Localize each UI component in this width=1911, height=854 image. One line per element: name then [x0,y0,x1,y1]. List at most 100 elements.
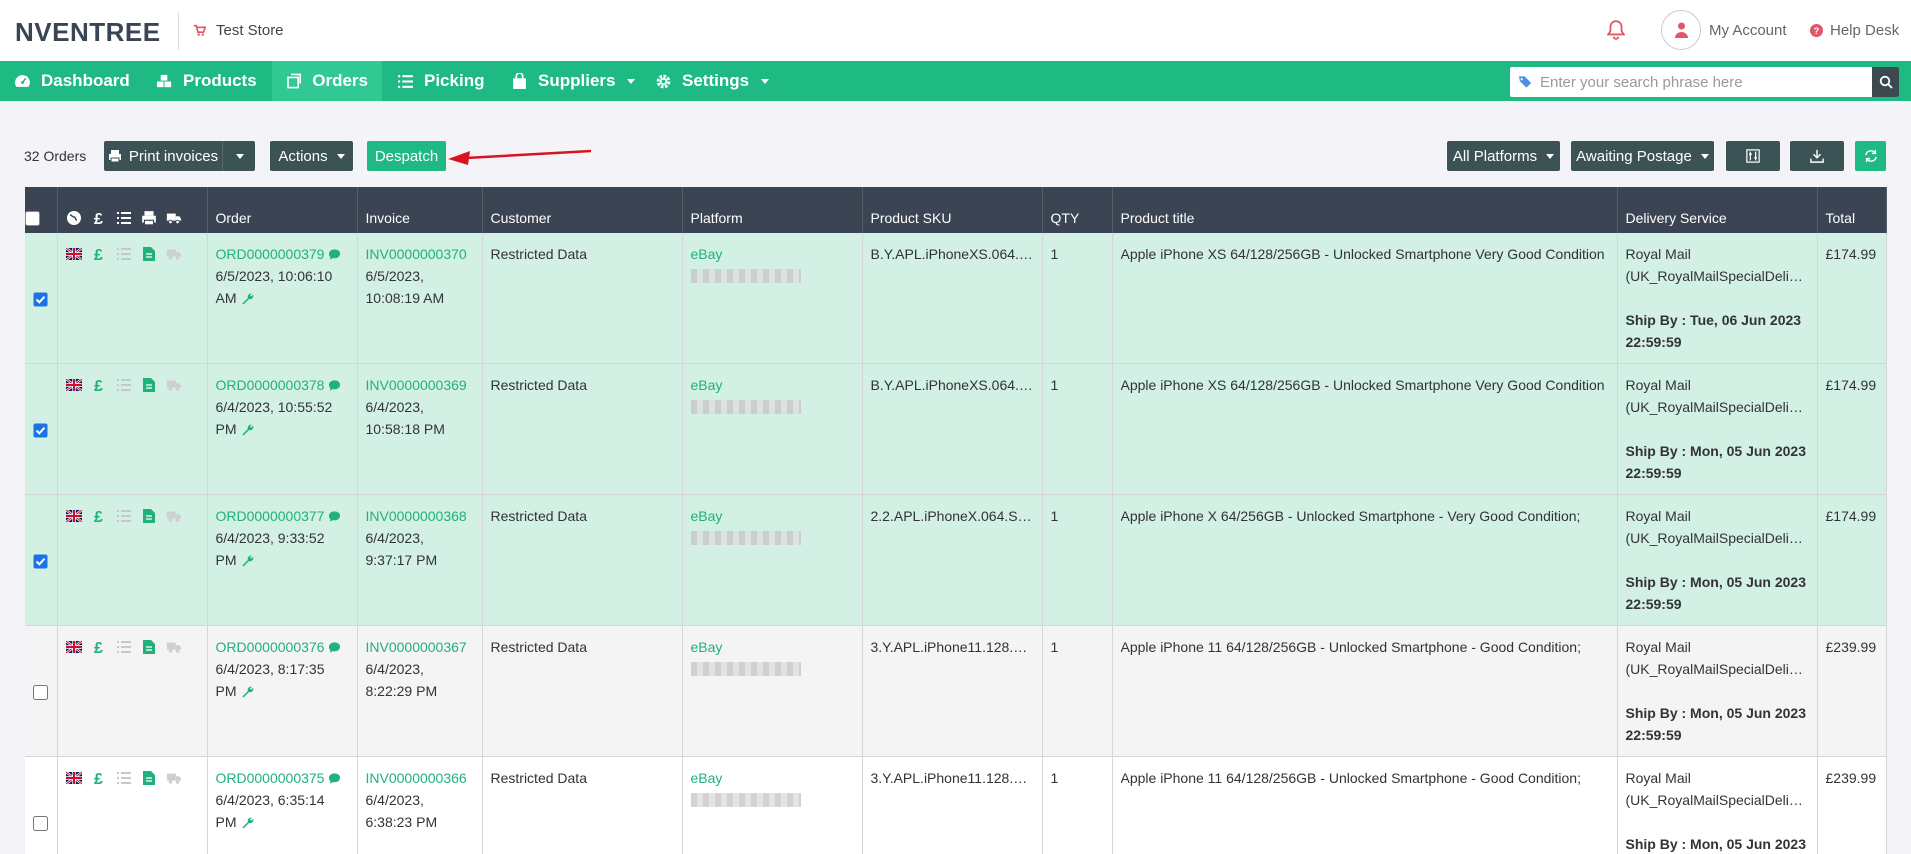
row-icons-cell: £ [57,625,208,757]
search-button[interactable] [1872,67,1899,97]
print-icon [108,150,121,163]
header-order[interactable]: Order [207,187,358,233]
order-date: 6/4/2023, 10:55:52 PM [215,399,333,437]
title-cell: Apple iPhone X 64/256GB - Unlocked Smart… [1112,494,1618,626]
sku-cell: 2.2.APL.iPhoneX.064.SGR [862,494,1043,626]
comment-icon[interactable] [328,248,341,261]
my-account-link[interactable]: My Account [1709,22,1787,39]
platform-link[interactable]: eBay [691,770,723,786]
nav-dashboard[interactable]: Dashboard [0,61,144,101]
platform-link[interactable]: eBay [691,508,723,524]
header-product-sku[interactable]: Product SKU [862,187,1043,233]
header-qty[interactable]: QTY [1042,187,1113,233]
help-desk-link[interactable]: ? Help Desk [1810,22,1899,39]
search-input[interactable] [1540,67,1860,97]
pound-icon[interactable]: £ [91,377,107,393]
order-number-link[interactable]: ORD0000000378 [216,377,325,393]
wrench-icon[interactable] [241,685,254,698]
table-row[interactable]: £ ORD0000000378 6/4/2023, 10:55:52 PM INV00… [25,363,1887,495]
actions-dropdown[interactable]: Actions [270,141,353,171]
print-options-dropdown[interactable] [222,141,255,171]
order-number-link[interactable]: ORD0000000375 [216,770,325,786]
row-checkbox[interactable] [33,554,48,569]
title-cell: Apple iPhone XS 64/128/256GB - Unlocked … [1112,233,1618,364]
product-sku: 2.2.APL.iPhoneX.064.SGR [870,508,1034,524]
invoice-document-icon[interactable] [141,770,157,786]
table-row[interactable]: £ ORD0000000376 6/4/2023, 8:17:35 PM INV000… [25,625,1887,757]
header-delivery-service[interactable]: Delivery Service [1617,187,1818,233]
print-invoices-button[interactable]: Print invoices [104,141,222,171]
invoice-document-icon[interactable] [141,246,157,262]
row-checkbox[interactable] [33,292,48,307]
header-invoice[interactable]: Invoice [357,187,483,233]
row-checkbox[interactable] [33,684,49,700]
invoice-number-link[interactable]: INV0000000369 [366,377,467,393]
all-platforms-dropdown[interactable]: All Platforms [1447,141,1560,171]
invoice-time: 10:08:19 AM [365,290,445,306]
status-filter-dropdown[interactable]: Awaiting Postage [1571,141,1714,171]
invoice-document-icon[interactable] [141,639,157,655]
wrench-icon[interactable] [241,423,254,436]
nav-suppliers[interactable]: Suppliers [497,61,649,101]
avatar[interactable] [1661,10,1701,50]
nav-settings[interactable]: Settings [641,61,783,101]
order-cell: ORD0000000379 6/5/2023, 10:06:10 AM [207,233,358,364]
row-checkbox[interactable] [33,815,49,831]
column-settings-button[interactable] [1726,141,1780,171]
store-selector[interactable]: Test Store [193,22,284,39]
order-number-link[interactable]: ORD0000000379 [216,246,325,262]
invoice-time: 10:58:18 PM [365,421,445,437]
comment-icon[interactable] [328,641,341,654]
qty-cell: 1 [1042,756,1113,854]
table-row[interactable]: £ ORD0000000377 6/4/2023, 9:33:52 PM INV000… [25,494,1887,626]
refresh-button[interactable] [1855,141,1886,171]
platform-link[interactable]: eBay [691,639,723,655]
comment-icon[interactable] [328,379,341,392]
product-title: Apple iPhone X 64/256GB - Unlocked Smart… [1120,508,1581,524]
invoice-document-icon[interactable] [141,508,157,524]
app-logo[interactable]: NVENTREE [15,17,161,48]
invoice-number-link[interactable]: INV0000000370 [366,246,467,262]
nav-picking[interactable]: Picking [383,61,498,101]
order-number-link[interactable]: ORD0000000376 [216,639,325,655]
comment-icon[interactable] [328,772,341,785]
platform-link[interactable]: eBay [691,377,723,393]
invoice-number-link[interactable]: INV0000000366 [366,770,467,786]
delivery-service-code: (UK_RoyalMailSpecialDelivery) [1625,792,1809,808]
header-total[interactable]: Total [1817,187,1887,233]
wrench-icon[interactable] [241,554,254,567]
chevron-down-icon [236,153,244,159]
header-customer[interactable]: Customer [482,187,683,233]
invoice-cell: INV0000000370 6/5/2023, 10:08:19 AM [357,233,483,364]
pound-icon[interactable]: £ [91,508,107,524]
row-checkbox[interactable] [33,423,48,438]
header-product-title[interactable]: Product title [1112,187,1618,233]
order-number-link[interactable]: ORD0000000377 [216,508,325,524]
shopping-bag-icon [513,72,526,89]
download-button[interactable] [1790,141,1844,171]
wrench-icon[interactable] [241,292,254,305]
table-row[interactable]: £ ORD0000000379 6/5/2023, 10:06:10 AM INV00… [25,233,1887,364]
invoice-number-link[interactable]: INV0000000368 [366,508,467,524]
annotation-arrow [448,149,592,165]
row-icons-cell: £ [57,494,208,626]
ship-by-time: 22:59:59 [1625,465,1682,481]
ship-by-date: Ship By : Mon, 05 Jun 2023 [1625,574,1807,590]
pound-icon[interactable]: £ [91,639,107,655]
platform-link[interactable]: eBay [691,246,723,262]
select-all-checkbox[interactable] [25,211,40,226]
despatch-button[interactable]: Despatch [367,141,446,171]
wrench-icon[interactable] [241,816,254,829]
table-row[interactable]: £ ORD0000000375 6/4/2023, 6:35:14 PM INV000… [25,756,1887,854]
delivery-carrier: Royal Mail [1625,770,1691,786]
nav-products[interactable]: Products [142,61,271,101]
nav-orders[interactable]: Orders [272,61,382,101]
invoice-number-link[interactable]: INV0000000367 [366,639,467,655]
chevron-down-icon [761,78,770,84]
pound-icon[interactable]: £ [91,246,107,262]
pound-icon[interactable]: £ [91,770,107,786]
comment-icon[interactable] [328,510,341,523]
header-platform[interactable]: Platform [682,187,863,233]
bell-icon[interactable] [1607,20,1625,40]
invoice-document-icon[interactable] [141,377,157,393]
